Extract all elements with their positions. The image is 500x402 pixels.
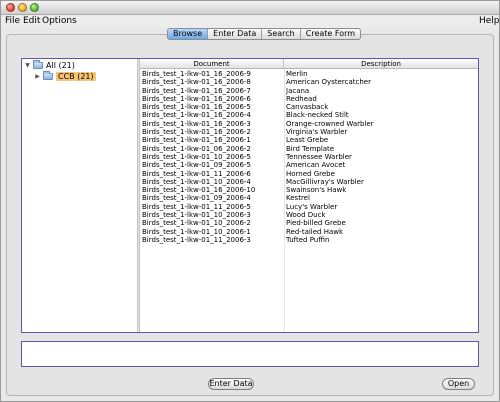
document-cell: Birds_test_1-lkw-01_16_2006-4 [142, 111, 251, 120]
document-cell: Birds_test_1-lkw-01_06_2006-2 [142, 144, 251, 153]
document-cell: Birds_test_1-lkw-01_16_2006-9 [142, 70, 251, 78]
folder-icon [43, 71, 53, 80]
column-header-document[interactable]: Document [140, 59, 284, 69]
details-box [21, 341, 479, 367]
table-header: Document Description [140, 59, 478, 69]
table-row[interactable]: Birds_test_1-lkw-01_16_2006-8 American Oy… [140, 78, 478, 86]
document-cell: Birds_test_1-lkw-01_11_2006-6 [142, 169, 251, 178]
table-row[interactable]: Birds_test_1-lkw-01_16_2006-5 Canvasback [140, 103, 478, 111]
description-cell: Virginia's Warbler [286, 128, 348, 137]
description-cell: Merlin [286, 70, 308, 78]
minimize-window-button[interactable] [18, 3, 27, 12]
document-cell: Birds_test_1-lkw-01_16_2006-6 [142, 94, 251, 103]
description-cell: American Oystercatcher [286, 78, 371, 87]
document-cell: Birds_test_1-lkw-01_10_2006-2 [142, 219, 251, 228]
document-cell: Birds_test_1-lkw-01_10_2006-1 [142, 227, 251, 236]
table-row[interactable]: Birds_test_1-lkw-01_10_2006-5 Tennessee W… [140, 153, 478, 161]
description-cell: Orange-crowned Warbler [286, 119, 374, 128]
table-row[interactable]: Birds_test_1-lkw-01_10_2006-1 Red-tailed … [140, 228, 478, 236]
table-row[interactable]: Birds_test_1-lkw-01_16_2006-1 Least Grebe [140, 136, 478, 144]
menu-bar: File Edit Options Help [1, 15, 500, 28]
enter-data-button[interactable]: Enter Data [208, 378, 254, 390]
table-row[interactable]: Birds_test_1-lkw-01_11_2006-3 Tufted Puff… [140, 236, 478, 244]
description-cell: Jacana [286, 86, 310, 95]
folder-icon [33, 60, 43, 69]
document-cell: Birds_test_1-lkw-01_16_2006-3 [142, 119, 251, 128]
tab-create-form[interactable]: Create Form [301, 29, 360, 39]
table-row[interactable]: Birds_test_1-lkw-01_11_2006-6 Horned Greb… [140, 170, 478, 178]
title-bar [1, 1, 499, 15]
table-row[interactable]: Birds_test_1-lkw-01_10_2006-4 MacGillivra… [140, 178, 478, 186]
table-row[interactable]: Birds_test_1-lkw-01_06_2006-2 Bird Templa… [140, 145, 478, 153]
table-row[interactable]: Birds_test_1-lkw-01_09_2006-4 Kestrel [140, 194, 478, 202]
tab-search[interactable]: Search [262, 29, 301, 39]
table-row[interactable]: Birds_test_1-lkw-01_09_2006-5 American Av… [140, 161, 478, 169]
tree-node-label: All (21) [46, 61, 75, 70]
document-cell: Birds_test_1-lkw-01_11_2006-5 [142, 202, 251, 211]
document-cell: Birds_test_1-lkw-01_11_2006-3 [142, 235, 251, 244]
description-cell: Tennessee Warbler [286, 152, 352, 161]
table-row[interactable]: Birds_test_1-lkw-01_10_2006-3 Wood Duck [140, 211, 478, 219]
document-cell: Birds_test_1-lkw-01_10_2006-4 [142, 177, 251, 186]
zoom-window-button[interactable] [30, 3, 39, 12]
description-cell: Pied-billed Grebe [286, 219, 346, 228]
document-cell: Birds_test_1-lkw-01_10_2006-3 [142, 211, 251, 220]
document-cell: Birds_test_1-lkw-01_09_2006-4 [142, 194, 251, 203]
browse-frame: ▼ All (21) ▶ CCB (21) Document Descripti… [21, 58, 479, 333]
menu-options[interactable]: Options [42, 16, 77, 26]
menu-file[interactable]: File [5, 16, 20, 26]
table-row[interactable]: Birds_test_1-lkw-01_16_2006-10 Swainson's… [140, 186, 478, 194]
document-cell: Birds_test_1-lkw-01_09_2006-5 [142, 161, 251, 170]
description-cell: Wood Duck [286, 211, 326, 220]
menu-help[interactable]: Help [479, 16, 500, 26]
table-row[interactable]: Birds_test_1-lkw-01_16_2006-3 Orange-crow… [140, 120, 478, 128]
column-header-description[interactable]: Description [284, 59, 478, 69]
close-window-button[interactable] [6, 3, 15, 12]
tree-node-label: CCB (21) [56, 72, 96, 81]
description-cell: Tufted Puffin [286, 235, 330, 244]
document-cell: Birds_test_1-lkw-01_16_2006-8 [142, 78, 251, 87]
description-cell: Black-necked Stilt [286, 111, 349, 120]
description-cell: American Avocet [286, 161, 346, 170]
table-row[interactable]: Birds_test_1-lkw-01_16_2006-7 Jacana [140, 87, 478, 95]
description-cell: Least Grebe [286, 136, 329, 145]
description-cell: Horned Grebe [286, 169, 335, 178]
app-window: File Edit Options Help Browse Enter Data… [0, 0, 500, 402]
table-row[interactable]: Birds_test_1-lkw-01_16_2006-4 Black-necke… [140, 111, 478, 119]
document-cell: Birds_test_1-lkw-01_16_2006-10 [142, 186, 256, 195]
tree-node-all[interactable]: ▼ All (21) [24, 60, 75, 71]
description-cell: MacGillivray's Warbler [286, 177, 364, 186]
open-button[interactable]: Open [442, 378, 475, 390]
document-cell: Birds_test_1-lkw-01_16_2006-1 [142, 136, 251, 145]
table-row[interactable]: Birds_test_1-lkw-01_16_2006-9 Merlin [140, 70, 478, 78]
tab-enter-data[interactable]: Enter Data [208, 29, 263, 39]
folder-tree: ▼ All (21) ▶ CCB (21) [22, 59, 137, 332]
description-cell: Canvasback [286, 103, 329, 112]
table-row[interactable]: Birds_test_1-lkw-01_11_2006-5 Lucy's Warb… [140, 203, 478, 211]
table-row[interactable]: Birds_test_1-lkw-01_16_2006-6 Redhead [140, 95, 478, 103]
document-cell: Birds_test_1-lkw-01_16_2006-5 [142, 103, 251, 112]
description-cell: Lucy's Warbler [286, 202, 338, 211]
description-cell: Kestrel [286, 194, 310, 203]
menu-edit[interactable]: Edit [23, 16, 40, 26]
table-row[interactable]: Birds_test_1-lkw-01_10_2006-2 Pied-billed… [140, 219, 478, 227]
expanded-triangle-icon[interactable]: ▼ [24, 62, 31, 69]
tab-bar: Browse Enter Data Search Create Form [167, 28, 362, 40]
tree-node-ccb[interactable]: ▶ CCB (21) [34, 71, 96, 82]
description-cell: Red-tailed Hawk [286, 227, 344, 236]
documents-table: Document Description Birds_test_1-lkw-01… [140, 59, 478, 332]
description-cell: Redhead [286, 94, 317, 103]
document-cell: Birds_test_1-lkw-01_16_2006-7 [142, 86, 251, 95]
table-body: Birds_test_1-lkw-01_16_2006-9 Merlin Birds… [140, 70, 478, 244]
description-cell: Swainson's Hawk [286, 186, 347, 195]
description-cell: Bird Template [286, 144, 335, 153]
document-cell: Birds_test_1-lkw-01_16_2006-2 [142, 128, 251, 137]
document-cell: Birds_test_1-lkw-01_10_2006-5 [142, 152, 251, 161]
table-row[interactable]: Birds_test_1-lkw-01_16_2006-2 Virginia's … [140, 128, 478, 136]
collapsed-triangle-icon[interactable]: ▶ [34, 73, 41, 80]
tab-browse[interactable]: Browse [168, 29, 209, 39]
